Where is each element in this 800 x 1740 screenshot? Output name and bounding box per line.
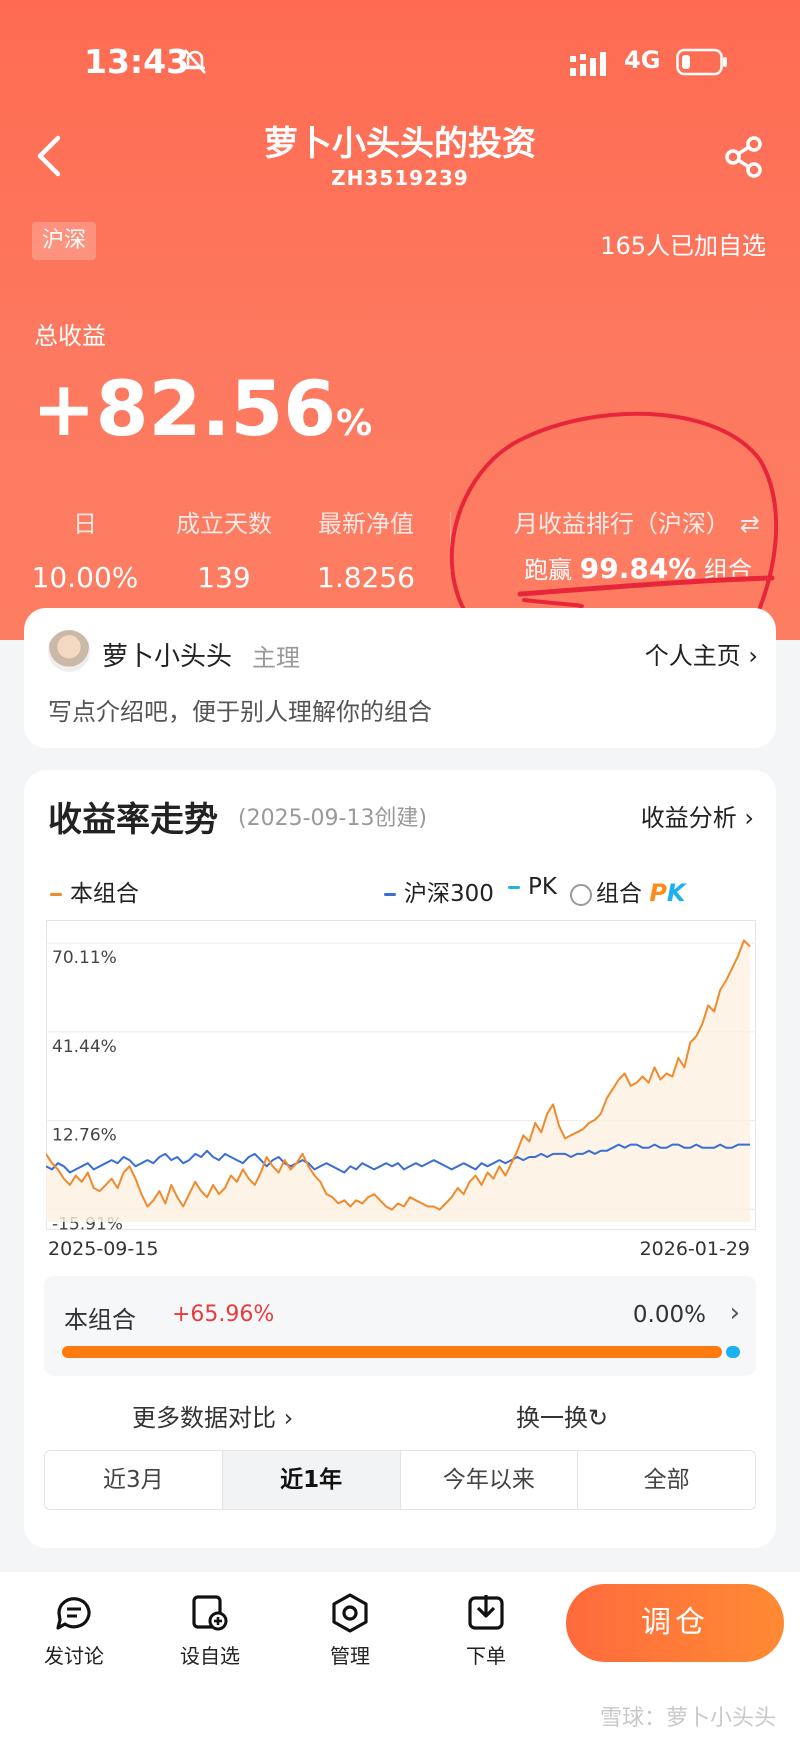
swap-link-label: 换一换 <box>516 1404 588 1432</box>
nav-label: 管理 <box>330 1644 370 1668</box>
market-tag: 沪深 <box>32 222 97 260</box>
signal-icon <box>570 52 606 76</box>
swap-arrows-icon[interactable]: ⇄ <box>740 510 760 538</box>
profile-link[interactable]: 个人主页 › <box>645 636 758 671</box>
page-title: 萝卜小头头的投资 <box>264 124 536 164</box>
stat-days: 成立天数 139 <box>164 504 284 594</box>
chevron-right-icon[interactable]: › <box>730 1298 740 1328</box>
legend-portfolio: 本组合 <box>50 874 139 908</box>
stat-daily: 日 10.00% <box>30 504 140 594</box>
comparison-pk-value: 0.00% <box>632 1302 706 1328</box>
watchlist-add-icon <box>192 1595 228 1631</box>
total-return-unit: % <box>336 403 373 444</box>
comparison-label: 本组合 <box>64 1306 136 1334</box>
swap-link[interactable]: 换一换↻ <box>516 1398 608 1433</box>
pk-toggle-label: 组合 <box>596 881 642 907</box>
total-return-label: 总收益 <box>34 322 106 350</box>
tab-ytd[interactable]: 今年以来 <box>401 1451 579 1509</box>
comparison-bar-pk <box>726 1346 740 1358</box>
nav-label: 发讨论 <box>44 1644 104 1668</box>
tab-1y[interactable]: 近1年 <box>222 1451 401 1509</box>
stat-value: 1.8256 <box>317 561 415 594</box>
stat-label: 最新净值 <box>318 510 414 538</box>
watermark: 雪球：萝卜小头头 <box>599 1706 776 1731</box>
stat-divider <box>450 512 451 572</box>
add-watchlist-button[interactable]: 设自选 <box>160 1592 260 1669</box>
legend-swatch <box>384 893 396 896</box>
legend-label: PK <box>528 874 557 900</box>
legend-swatch <box>50 893 62 896</box>
y-tick-label: 41.44% <box>52 1037 117 1057</box>
download-tray-icon <box>468 1595 504 1630</box>
hexagon-settings-icon <box>332 1593 368 1633</box>
rank-prefix: 跑赢 <box>524 556 573 584</box>
order-button[interactable]: 下单 <box>436 1592 536 1669</box>
legend-swatch <box>508 886 520 889</box>
chart-title: 收益率走势 <box>48 800 218 840</box>
stat-label: 日 <box>73 510 97 538</box>
chart-created-date: (2025-09-13创建) <box>238 806 428 831</box>
stat-nav: 最新净值 1.8256 <box>306 504 426 594</box>
status-bar: 13:43 4G <box>0 42 800 86</box>
network-label: 4G <box>624 46 661 74</box>
chart-end-date: 2026-01-29 <box>639 1238 750 1260</box>
avatar[interactable] <box>48 630 90 672</box>
manager-card[interactable]: 萝卜小头头 主理 个人主页 › 写点介绍吧，便于别人理解你的组合 <box>24 608 776 748</box>
monthly-rank-value: 跑赢 99.84% 组合 <box>524 550 752 585</box>
rank-percent: 99.84% <box>579 552 697 585</box>
y-tick-label: 70.11% <box>52 948 117 968</box>
pk-badge-p: P <box>649 879 667 907</box>
return-analysis-link[interactable]: 收益分析 › <box>641 798 754 833</box>
stat-value: 10.00% <box>31 561 139 594</box>
comparison-row[interactable]: 本组合 +65.96% 0.00% › <box>44 1276 756 1376</box>
refresh-icon: ↻ <box>588 1404 609 1432</box>
status-time: 13:43 <box>84 42 190 81</box>
nav-label: 设自选 <box>180 1644 240 1668</box>
total-return-number: +82.56 <box>32 364 337 453</box>
stat-label: 成立天数 <box>176 510 272 538</box>
legend-label: 本组合 <box>70 881 139 907</box>
tab-all[interactable]: 全部 <box>578 1451 755 1509</box>
y-tick-label: 12.76% <box>52 1126 117 1146</box>
rank-suffix: 组合 <box>704 556 752 584</box>
pk-badge: PK <box>649 879 685 907</box>
rebalance-button[interactable]: 调仓 <box>566 1584 784 1662</box>
performance-card: 收益率走势 (2025-09-13创建) 收益分析 › 本组合 沪深300 PK… <box>24 770 776 1548</box>
manager-role: 主理 <box>252 644 300 672</box>
legend-pk: PK <box>508 874 557 900</box>
manager-name: 萝卜小头头 <box>102 642 233 672</box>
pk-toggle[interactable]: 组合 PK <box>570 874 686 908</box>
more-data-link[interactable]: 更多数据对比 › <box>132 1398 293 1433</box>
return-chart[interactable]: 70.11%41.44%12.76%-15.91% <box>46 920 756 1230</box>
share-icon[interactable] <box>724 136 764 178</box>
comparison-bar-portfolio <box>62 1346 722 1358</box>
battery-icon <box>676 48 727 76</box>
chat-bubble-icon <box>56 1597 91 1630</box>
legend-index: 沪深300 <box>384 874 494 908</box>
nav-label: 下单 <box>466 1644 506 1668</box>
rank-label-text: 月收益排行（沪深） <box>513 510 730 538</box>
manage-button[interactable]: 管理 <box>300 1592 400 1669</box>
portfolio-header: 13:43 4G 萝卜小头头的投资 ZH3519239 沪深 165人已加自选 … <box>0 0 800 640</box>
discuss-button[interactable]: 发讨论 <box>24 1592 124 1669</box>
legend-label: 沪深300 <box>404 881 494 907</box>
chart-start-date: 2025-09-15 <box>48 1238 159 1260</box>
comparison-value: +65.96% <box>172 1302 275 1327</box>
stat-value: 139 <box>197 561 251 594</box>
radio-circle-icon[interactable] <box>570 883 592 906</box>
total-return-value: +82.56% <box>32 364 372 453</box>
bottom-action-bar: 发讨论 设自选 管理 下单 调仓 雪球：萝卜小头头 <box>0 1572 800 1740</box>
bell-muted-icon <box>184 49 206 74</box>
time-range-tabs: 近3月 近1年 今年以来 全部 <box>44 1450 756 1510</box>
portfolio-code: ZH3519239 <box>331 166 469 190</box>
watchlist-count: 165人已加自选 <box>600 232 766 260</box>
monthly-rank-label[interactable]: 月收益排行（沪深） ⇄ <box>514 504 760 539</box>
pk-badge-k: K <box>666 879 686 907</box>
manager-description: 写点介绍吧，便于别人理解你的组合 <box>48 698 432 726</box>
tab-3m[interactable]: 近3月 <box>45 1451 223 1509</box>
